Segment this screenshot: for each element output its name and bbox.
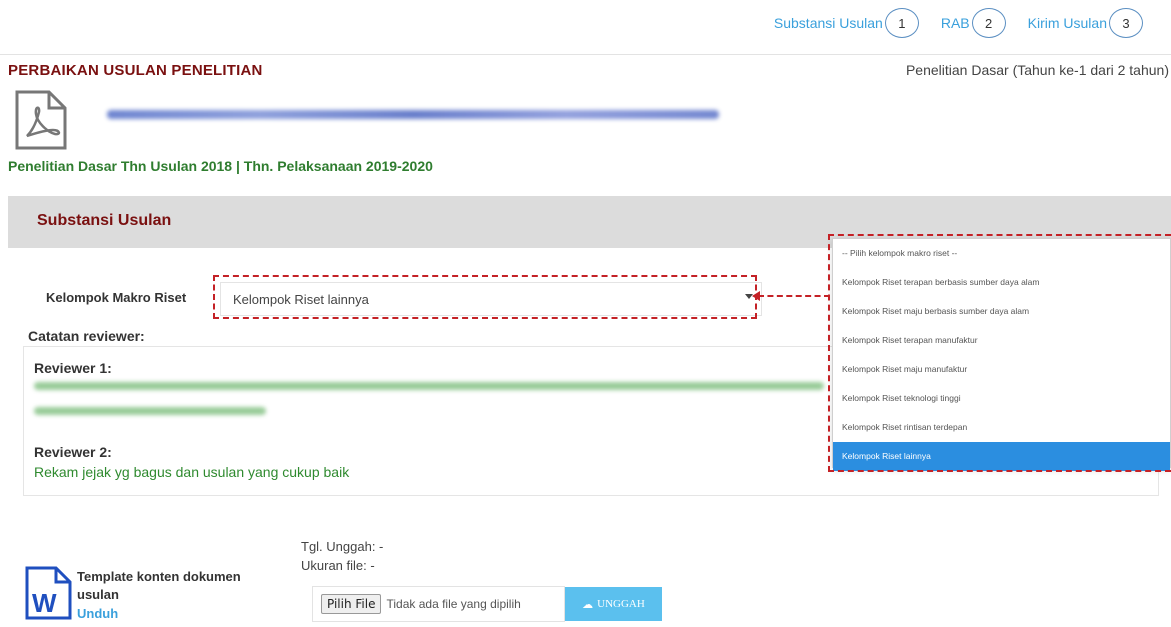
dropdown-option[interactable]: Kelompok Riset terapan berbasis sumber d…	[833, 268, 1170, 297]
dropdown-option[interactable]: Kelompok Riset maju manufaktur	[833, 355, 1170, 384]
dropdown-option[interactable]: -- Pilih kelompok makro riset --	[833, 239, 1170, 268]
annotation-arrow-head	[752, 291, 760, 301]
dropdown-option[interactable]: Kelompok Riset maju berbasis sumber daya…	[833, 297, 1170, 326]
upload-button-label: UNGGAH	[597, 598, 645, 610]
wizard-steps: Substansi Usulan 1 RAB 2 Kirim Usulan 3	[774, 8, 1143, 38]
pdf-file-icon[interactable]	[13, 90, 69, 155]
header-divider	[0, 54, 1171, 55]
annotation-arrow-line	[758, 295, 830, 297]
word-file-icon: W	[24, 566, 72, 625]
makro-riset-dropdown: -- Pilih kelompok makro riset -- Kelompo…	[832, 238, 1171, 471]
reviewer-notes-label: Catatan reviewer:	[28, 328, 145, 344]
step-label: Kirim Usulan	[1027, 15, 1107, 31]
reviewer-1-text-redacted	[34, 382, 824, 390]
no-file-text: Tidak ada file yang dipilih	[386, 597, 521, 611]
reviewer-1-text-redacted	[34, 407, 266, 415]
step-number: 3	[1109, 8, 1143, 38]
cloud-upload-icon: ☁	[582, 598, 594, 611]
template-label: Template konten dokumen usulan	[77, 569, 241, 602]
upload-button[interactable]: ☁ UNGGAH	[565, 587, 662, 621]
dropdown-option[interactable]: Kelompok Riset rintisan terdepan	[833, 413, 1170, 442]
reviewer-2-label: Reviewer 2:	[34, 444, 112, 460]
choose-file-button[interactable]: Pilih File	[321, 594, 382, 614]
dropdown-option-selected[interactable]: Kelompok Riset lainnya	[833, 442, 1170, 471]
scheme-info: Penelitian Dasar (Tahun ke-1 dari 2 tahu…	[905, 62, 1169, 78]
reviewer-2-text: Rekam jejak yg bagus dan usulan yang cuk…	[34, 464, 350, 480]
reviewer-1-label: Reviewer 1:	[34, 360, 112, 376]
dropdown-option[interactable]: Kelompok Riset teknologi tinggi	[833, 384, 1170, 413]
step-label: Substansi Usulan	[773, 15, 883, 31]
step-number: 2	[971, 8, 1006, 38]
download-link[interactable]: Unduh	[77, 606, 118, 621]
page-title: PERBAIKAN USULAN PENELITIAN	[8, 62, 263, 79]
proposal-title-redacted[interactable]	[107, 110, 719, 119]
step-kirim-usulan[interactable]: Kirim Usulan 3	[1028, 8, 1143, 38]
dropdown-option[interactable]: Kelompok Riset terapan manufaktur	[833, 326, 1170, 355]
upload-date: Tgl. Unggah: -	[301, 539, 384, 554]
upload-file-size: Ukuran file: -	[301, 558, 375, 573]
proposal-subtitle: Penelitian Dasar Thn Usulan 2018 | Thn. …	[8, 158, 433, 174]
file-input[interactable]: Pilih File Tidak ada file yang dipilih	[312, 586, 565, 622]
makro-riset-select[interactable]: Kelompok Riset lainnya	[220, 282, 762, 316]
step-substansi-usulan[interactable]: Substansi Usulan 1	[774, 8, 919, 38]
step-label: RAB	[940, 15, 970, 31]
section-title: Substansi Usulan	[37, 212, 172, 229]
step-number: 1	[884, 8, 919, 38]
makro-riset-label: Kelompok Makro Riset	[46, 290, 187, 305]
select-value: Kelompok Riset lainnya	[233, 291, 369, 307]
step-rab[interactable]: RAB 2	[941, 8, 1006, 38]
svg-text:W: W	[32, 588, 57, 618]
